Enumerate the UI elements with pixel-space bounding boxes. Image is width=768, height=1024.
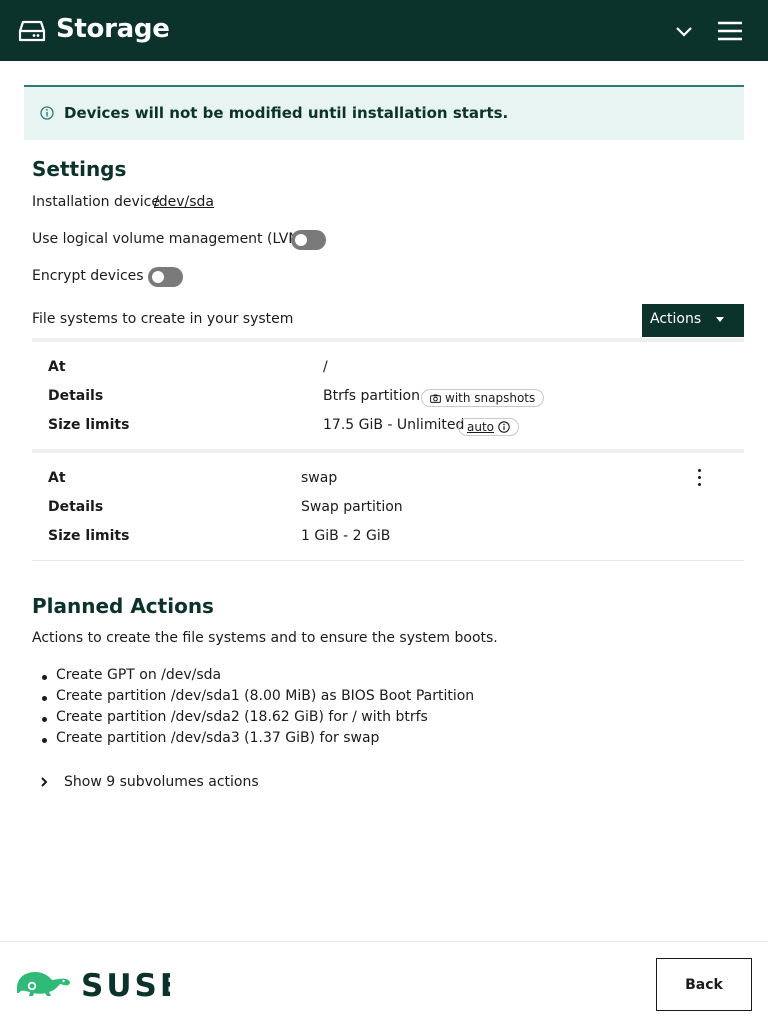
list-item: Create GPT on /dev/sda: [32, 667, 474, 688]
size-value: 1 GiB - 2 GiB: [301, 528, 391, 544]
at-key: At: [48, 470, 66, 486]
planned-actions-list: Create GPT on /dev/sda Create partition …: [32, 667, 474, 751]
subvolumes-expander[interactable]: Show 9 subvolumes actions: [32, 772, 272, 792]
snapshots-tag-label: with snapshots: [445, 391, 536, 405]
toggle-knob: [295, 234, 307, 246]
lvm-toggle[interactable]: [291, 230, 326, 250]
actions-dropdown-button[interactable]: Actions: [642, 304, 744, 337]
settings-heading: Settings: [32, 157, 127, 181]
encrypt-label: Encrypt devices: [32, 268, 144, 284]
planned-actions-description: Actions to create the file systems and t…: [32, 630, 498, 646]
info-icon: [40, 106, 54, 120]
size-key: Size limits: [48, 417, 130, 433]
list-item: Create partition /dev/sda1 (8.00 MiB) as…: [32, 688, 474, 709]
at-value: /: [323, 359, 328, 375]
actions-label: Actions: [650, 311, 702, 327]
auto-size-tag[interactable]: auto: [458, 418, 520, 436]
at-key: At: [48, 359, 66, 375]
camera-icon: [430, 394, 441, 403]
filesystem-row: At / Details Btrfs partition with snapsh…: [32, 338, 744, 453]
lvm-label: Use logical volume management (LVM): [32, 231, 306, 247]
list-item: Create partition /dev/sda3 (1.37 GiB) fo…: [32, 730, 474, 751]
page-title: Storage: [56, 14, 170, 44]
planned-actions-heading: Planned Actions: [32, 594, 214, 618]
installation-device-label: Installation device: [32, 194, 160, 210]
expander-label: Show 9 subvolumes actions: [64, 774, 259, 790]
back-button[interactable]: Back: [656, 958, 752, 1011]
size-key: Size limits: [48, 528, 130, 544]
hard-drive-icon: [18, 20, 46, 42]
details-value: Btrfs partition: [323, 388, 420, 404]
details-value: Swap partition: [301, 499, 403, 515]
page-header: Storage: [0, 0, 768, 61]
details-key: Details: [48, 499, 104, 515]
list-item: Create partition /dev/sda2 (18.62 GiB) f…: [32, 709, 474, 730]
alert-message: Devices will not be modified until insta…: [64, 104, 509, 122]
details-key: Details: [48, 388, 104, 404]
at-value: swap: [301, 470, 338, 486]
kebab-menu-icon[interactable]: [696, 469, 704, 489]
suse-logo: SUSE: [17, 968, 170, 1000]
filesystems-label: File systems to create in your system: [32, 311, 294, 327]
chevron-right-icon: [41, 777, 48, 787]
info-icon: [498, 421, 510, 433]
page-footer: SUSE Back: [0, 941, 768, 1024]
installation-device-link[interactable]: /dev/sda: [154, 194, 214, 210]
chevron-down-icon[interactable]: [674, 22, 694, 40]
info-alert: Devices will not be modified until insta…: [24, 85, 744, 140]
toggle-knob: [152, 271, 164, 283]
hamburger-menu-icon[interactable]: [716, 20, 744, 42]
caret-down-icon: [716, 317, 724, 322]
filesystem-row: At swap Details Swap partition Size limi…: [32, 449, 744, 561]
snapshots-tag: with snapshots: [421, 389, 545, 407]
encrypt-toggle[interactable]: [148, 267, 183, 287]
auto-tag-label: auto: [467, 420, 495, 434]
size-value: 17.5 GiB - Unlimited: [323, 417, 465, 433]
svg-text:SUSE: SUSE: [81, 968, 170, 1000]
